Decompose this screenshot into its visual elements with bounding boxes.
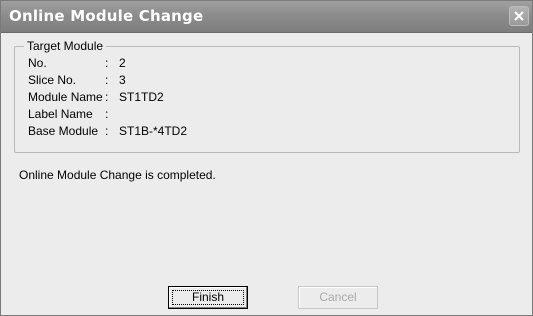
row-separator: : — [105, 73, 109, 87]
row-label: Base Module — [28, 124, 99, 138]
row-separator: : — [105, 107, 109, 121]
row-value: ST1TD2 — [119, 90, 164, 104]
row-value: 2 — [119, 56, 126, 70]
status-message: Online Module Change is completed. — [19, 168, 216, 182]
row-label: Module Name — [28, 90, 103, 104]
row-separator: : — [105, 56, 109, 70]
dialog-window: Online Module Change Target Module No. :… — [0, 0, 533, 316]
row-value: ST1B-*4TD2 — [119, 124, 188, 138]
row-label: Label Name — [28, 107, 93, 121]
row-separator: : — [105, 90, 109, 104]
cancel-button-label: Cancel — [319, 290, 357, 304]
finish-button[interactable]: Finish — [168, 286, 248, 309]
row-value: 3 — [119, 73, 126, 87]
row-label: Slice No. — [28, 73, 77, 87]
title-bar[interactable]: Online Module Change — [1, 1, 532, 33]
row-separator: : — [105, 124, 109, 138]
window-title: Online Module Change — [9, 7, 204, 25]
finish-button-label: Finish — [191, 290, 224, 304]
cancel-button[interactable]: Cancel — [298, 286, 378, 309]
target-module-group: Target Module No. : 2 Slice No. : 3 Modu… — [14, 38, 520, 153]
close-icon — [514, 11, 524, 21]
row-label: No. — [28, 56, 47, 70]
target-module-legend: Target Module — [24, 38, 107, 54]
close-button[interactable] — [509, 6, 529, 26]
